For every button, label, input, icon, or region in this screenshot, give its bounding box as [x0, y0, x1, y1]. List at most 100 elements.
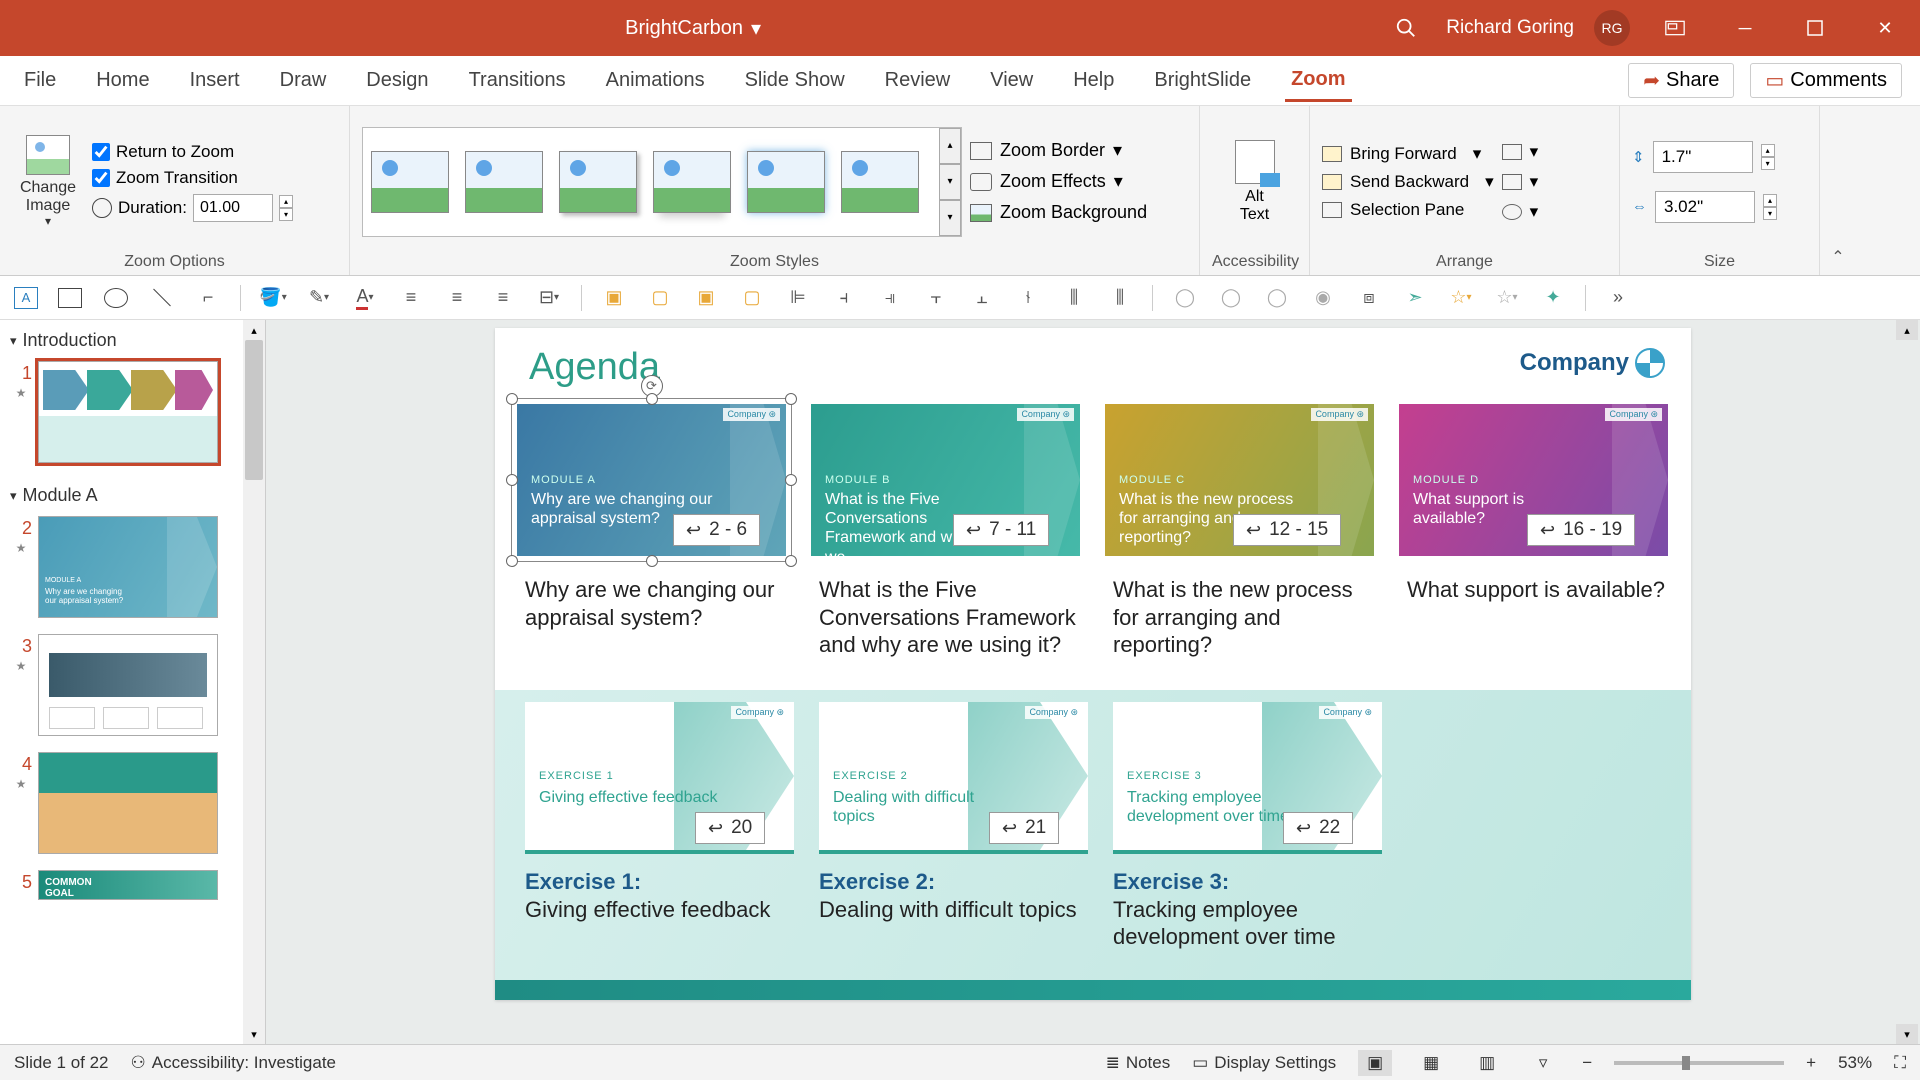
tab-insert[interactable]: Insert	[184, 61, 246, 100]
crop-icon[interactable]: ⧈	[1355, 284, 1383, 312]
scroll-up-icon[interactable]: ▴	[1896, 320, 1918, 340]
slide-canvas[interactable]: Agenda Company Company ⊛ MODULE A Why ar…	[495, 328, 1691, 1000]
animation-painter-icon[interactable]: ➣	[1401, 284, 1429, 312]
gallery-down-icon[interactable]: ▾	[939, 164, 961, 200]
send-back-icon[interactable]: ▢	[646, 284, 674, 312]
zoom-range-badge-e2[interactable]: ↩21	[989, 812, 1059, 844]
slide-counter[interactable]: Slide 1 of 22	[14, 1053, 109, 1073]
align-objects-top-icon[interactable]: ⫟	[922, 284, 950, 312]
rectangle-icon[interactable]	[56, 284, 84, 312]
send-backward-button[interactable]: Send Backward▾	[1322, 172, 1494, 192]
thumbnail-scrollbar[interactable]: ▴ ▾	[243, 320, 265, 1044]
alt-text-button[interactable]: Alt Text	[1225, 140, 1285, 223]
width-spinner[interactable]: ▴▾	[1763, 194, 1777, 220]
width-field[interactable]: 3.02"	[1655, 191, 1755, 223]
section-introduction[interactable]: Introduction	[0, 320, 265, 357]
zoom-knob[interactable]	[1682, 1056, 1690, 1070]
notes-button[interactable]: ≣Notes	[1106, 1053, 1171, 1073]
align-button[interactable]: ▾	[1502, 142, 1539, 162]
merge-combine-icon[interactable]: ◯	[1217, 284, 1245, 312]
zoom-percent[interactable]: 53%	[1838, 1053, 1872, 1073]
zoom-background-button[interactable]: Zoom Background	[970, 202, 1147, 223]
group-button[interactable]: ▾	[1502, 172, 1539, 192]
maximize-icon[interactable]	[1790, 8, 1840, 48]
tab-draw[interactable]: Draw	[274, 61, 333, 100]
thumbnail-slide-5[interactable]: 5 COMMONGOAL	[0, 866, 265, 912]
tab-slideshow[interactable]: Slide Show	[739, 61, 851, 100]
zoom-range-badge-d[interactable]: ↩16 - 19	[1527, 514, 1635, 546]
qat-overflow-icon[interactable]: »	[1604, 284, 1632, 312]
thumbnail-slide-4[interactable]: 4★	[0, 748, 265, 866]
height-field[interactable]: 1.7"	[1653, 141, 1753, 173]
align-objects-center-icon[interactable]: ⫞	[830, 284, 858, 312]
resize-handle-se[interactable]	[785, 555, 797, 567]
zoom-range-badge-e3[interactable]: ↩22	[1283, 812, 1353, 844]
bring-front-icon[interactable]: ▣	[600, 284, 628, 312]
bring-forward-icon[interactable]: ▣	[692, 284, 720, 312]
distribute-h-icon[interactable]: ⫼	[1060, 284, 1088, 312]
tab-review[interactable]: Review	[879, 61, 957, 100]
duration-field[interactable]: 01.00	[193, 194, 273, 222]
accessibility-status[interactable]: ⚇ Accessibility: Investigate	[131, 1053, 337, 1073]
search-icon[interactable]	[1386, 8, 1426, 48]
zoom-slider[interactable]	[1614, 1061, 1784, 1065]
tab-transitions[interactable]: Transitions	[463, 61, 572, 100]
change-image-button[interactable]: Change Image ▾	[12, 135, 84, 228]
tab-zoom[interactable]: Zoom	[1285, 60, 1351, 102]
editor-scrollbar[interactable]: ▴ ▾	[1896, 320, 1918, 1044]
share-button[interactable]: ➦ Share	[1628, 63, 1734, 98]
animation-icon[interactable]: ☆▾	[1493, 284, 1521, 312]
collapse-ribbon-icon[interactable]: ⌃	[1820, 106, 1856, 275]
outline-icon[interactable]: ✎▾	[305, 284, 333, 312]
distribute-v-icon[interactable]: ⫼	[1106, 284, 1134, 312]
user-avatar[interactable]: RG	[1594, 10, 1630, 46]
bring-forward-button[interactable]: Bring Forward▾	[1322, 144, 1494, 164]
merge-union-icon[interactable]: ◯	[1171, 284, 1199, 312]
ellipse-icon[interactable]	[102, 284, 130, 312]
scroll-handle[interactable]	[245, 340, 263, 480]
line-icon[interactable]	[148, 284, 176, 312]
tab-help[interactable]: Help	[1067, 61, 1120, 100]
style-preset-2[interactable]	[465, 151, 543, 213]
close-icon[interactable]: ✕	[1860, 8, 1910, 48]
textbox-icon[interactable]: A	[14, 287, 38, 309]
fill-icon[interactable]: 🪣▾	[259, 284, 287, 312]
align-objects-left-icon[interactable]: ⊫	[784, 284, 812, 312]
align-objects-bottom-icon[interactable]: ⫮	[1014, 284, 1042, 312]
elbow-icon[interactable]: ⌐	[194, 284, 222, 312]
ribbon-display-icon[interactable]	[1650, 8, 1700, 48]
resize-handle-ne[interactable]	[785, 393, 797, 405]
zoom-range-badge-a[interactable]: ↩2 - 6	[673, 514, 760, 546]
style-preset-4[interactable]	[653, 151, 731, 213]
minimize-icon[interactable]: ─	[1720, 8, 1770, 48]
zoom-border-button[interactable]: Zoom Border▾	[970, 140, 1147, 161]
section-module-a[interactable]: Module A	[0, 475, 265, 512]
tab-file[interactable]: File	[18, 61, 62, 100]
align-objects-middle-icon[interactable]: ⫠	[968, 284, 996, 312]
zoom-range-badge-b[interactable]: ↩7 - 11	[953, 514, 1049, 546]
display-settings-button[interactable]: ▭Display Settings	[1192, 1053, 1336, 1073]
zoom-range-badge-e1[interactable]: ↩20	[695, 812, 765, 844]
thumbnail-slide-1[interactable]: 1★	[0, 357, 265, 475]
doc-dropdown-icon[interactable]: ▾	[751, 16, 761, 41]
sorter-view-icon[interactable]: ▦	[1414, 1050, 1448, 1076]
duration-spinner[interactable]: ▴▾	[279, 195, 293, 221]
add-animation-icon[interactable]: ☆▾	[1447, 284, 1475, 312]
align-center-icon[interactable]: ≡	[443, 284, 471, 312]
scroll-down-icon[interactable]: ▾	[243, 1024, 265, 1044]
selection-pane-button[interactable]: Selection Pane	[1322, 200, 1494, 220]
vertical-align-icon[interactable]: ⊟▾	[535, 284, 563, 312]
gallery-more-icon[interactable]: ▾	[939, 200, 961, 236]
comments-button[interactable]: ▭ Comments	[1750, 63, 1902, 98]
tab-animations[interactable]: Animations	[600, 61, 711, 100]
scroll-down-icon[interactable]: ▾	[1896, 1024, 1918, 1044]
resize-handle-sw[interactable]	[506, 555, 518, 567]
reading-view-icon[interactable]: ▥	[1470, 1050, 1504, 1076]
return-to-zoom-checkbox[interactable]: Return to Zoom	[92, 142, 293, 162]
scroll-up-icon[interactable]: ▴	[243, 320, 265, 340]
align-left-icon[interactable]: ≡	[397, 284, 425, 312]
fit-to-window-icon[interactable]: ⛶	[1894, 1053, 1906, 1073]
tab-brightslide[interactable]: BrightSlide	[1148, 61, 1257, 100]
zoom-out-button[interactable]: −	[1582, 1053, 1592, 1073]
merge-fragment-icon[interactable]: ◯	[1263, 284, 1291, 312]
